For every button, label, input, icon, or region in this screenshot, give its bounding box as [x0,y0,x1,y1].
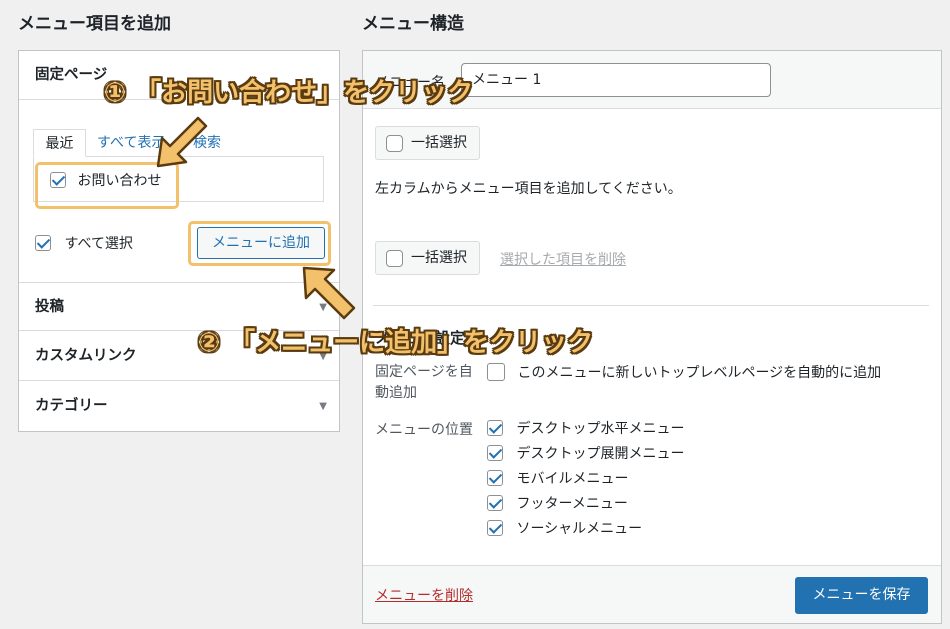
add-menu-items-title: メニュー項目を追加 [18,14,171,34]
tab-recent[interactable]: 最近 [33,129,86,157]
position-label: デスクトップ展開メニュー [516,446,685,462]
position-checkbox[interactable] [487,470,503,486]
select-all-checkbox[interactable] [35,235,51,251]
accordion-categories[interactable]: カテゴリー ▼ [19,382,339,431]
accordion-categories-label: カテゴリー [35,398,108,414]
delete-menu-link[interactable]: メニューを削除 [375,585,473,605]
save-menu-button[interactable]: メニューを保存 [795,577,928,614]
accordion-pages-label: 固定ページ [35,67,108,83]
position-label: モバイルメニュー [516,471,629,487]
bulk-select-checkbox[interactable] [386,249,403,267]
arrow-down-left-icon [156,116,208,168]
menu-name-input[interactable]: メニュー 1 [461,63,771,97]
position-checkbox[interactable] [487,445,503,461]
bulk-select-label: 一括選択 [411,250,467,266]
menu-structure-title: メニュー構造 [362,14,464,34]
position-checkbox[interactable] [487,420,503,436]
position-option[interactable]: モバイルメニュー [487,468,628,488]
bulk-select-checkbox[interactable] [386,134,403,152]
accordion-custom-links-label: カスタムリンク [35,348,137,364]
chevron-down-icon: ▼ [319,401,327,412]
position-option[interactable]: ソーシャルメニュー [487,518,642,538]
divider [373,305,929,306]
position-label: デスクトップ水平メニュー [516,421,685,437]
menu-footer: メニューを削除 メニューを保存 [363,565,941,623]
bulk-select-label: 一括選択 [411,135,467,151]
annotation-step-2: ② 「メニューに追加」をクリック [198,328,594,358]
position-option[interactable]: フッターメニュー [487,493,628,513]
position-checkbox[interactable] [487,495,503,511]
annotation-step-1: ① 「お問い合わせ」をクリック [104,78,474,108]
auto-add-checkbox[interactable] [487,363,505,381]
menu-position-label: メニューの位置 [375,422,473,438]
bulk-select-button-bottom[interactable]: 一括選択 [375,241,480,275]
position-option[interactable]: デスクトップ展開メニュー [487,443,684,463]
accordion-posts-label: 投稿 [35,299,64,315]
select-all[interactable]: すべて選択 [35,233,133,253]
select-all-label: すべて選択 [64,236,133,252]
auto-add-option-label: このメニューに新しいトップレベルページを自動的に追加 [517,365,882,381]
highlight-add-button [188,221,331,266]
auto-add-option[interactable]: このメニューに新しいトップレベルページを自動的に追加 [487,362,881,382]
empty-menu-hint: 左カラムからメニュー項目を追加してください。 [375,181,682,197]
position-label: フッターメニュー [516,496,628,512]
position-label: ソーシャルメニュー [516,521,643,537]
position-option[interactable]: デスクトップ水平メニュー [487,418,684,438]
delete-selected-link[interactable]: 選択した項目を削除 [500,249,626,269]
auto-add-label: 固定ページを自動追加 [375,364,473,401]
arrow-up-left-icon [302,266,356,320]
position-checkbox[interactable] [487,520,503,536]
bulk-select-button-top[interactable]: 一括選択 [375,126,480,160]
